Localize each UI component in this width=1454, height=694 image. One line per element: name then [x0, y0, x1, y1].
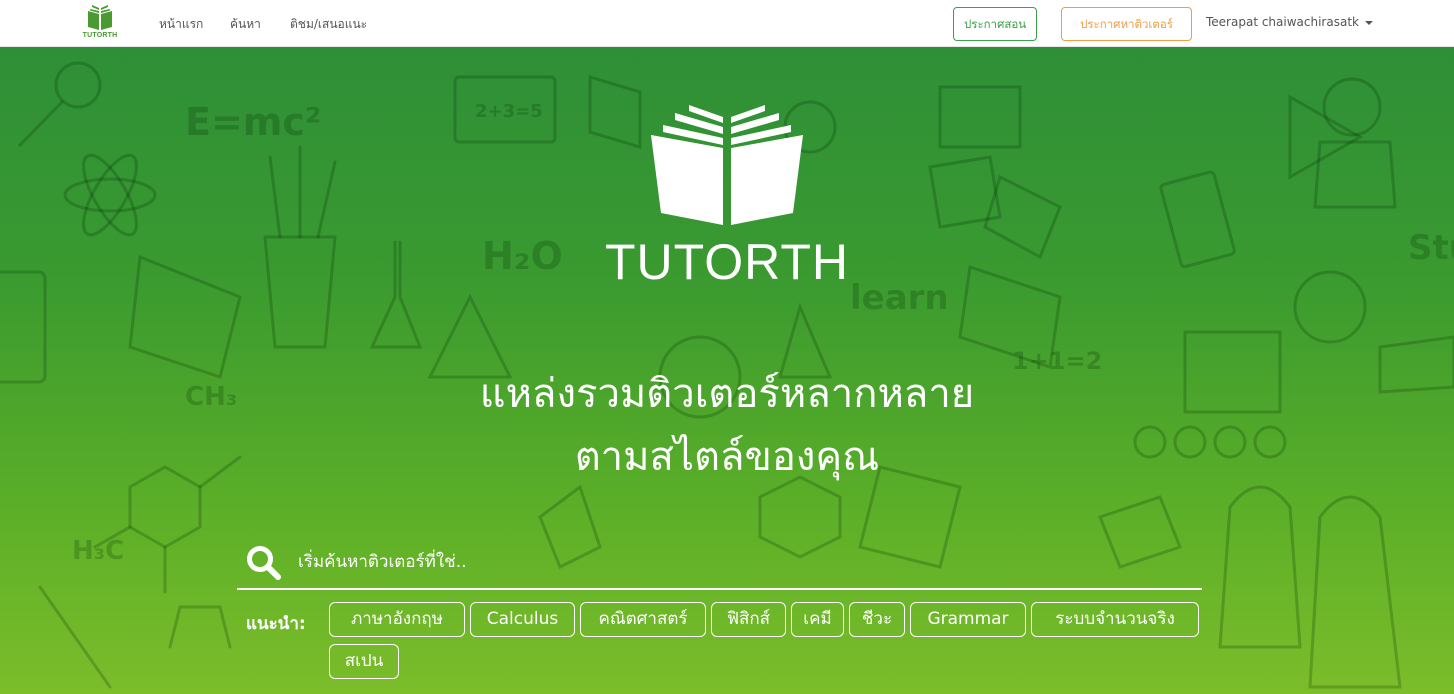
- search-icon[interactable]: [246, 545, 282, 581]
- svg-text:H₃C: H₃C: [72, 536, 124, 566]
- svg-text:CH₃: CH₃: [185, 382, 237, 412]
- svg-text:H₂O: H₂O: [482, 234, 563, 278]
- hero-brand-name: TUTORTH: [604, 234, 850, 290]
- hero-tagline-line1: แหล่งรวมติวเตอร์หลากหลาย: [479, 371, 975, 417]
- nav-search-link[interactable]: ค้นหา: [230, 15, 261, 34]
- caret-down-icon: [1364, 20, 1373, 25]
- search-underline: [237, 588, 1202, 590]
- suggestion-chip-physics[interactable]: ฟิสิกส์: [711, 602, 786, 637]
- post-teaching-button[interactable]: ประกาศสอน: [953, 7, 1037, 41]
- post-find-tutor-button[interactable]: ประกาศหาติวเตอร์: [1061, 7, 1192, 41]
- svg-text:Stu: Stu: [1408, 228, 1454, 268]
- suggestion-chip-chemistry[interactable]: เคมี: [791, 602, 844, 637]
- logo-link[interactable]: TUTORTH: [80, 3, 120, 43]
- doodle-text-emc2: E=mc²: [185, 100, 322, 144]
- hero-book-logo-icon: [651, 105, 803, 225]
- hero-section: E=mc² 2+3=5 H₂O CH₃ H₃C 1+1=2 learn Stu …: [0, 47, 1454, 694]
- suggestion-chip-grammar[interactable]: Grammar: [910, 602, 1026, 637]
- suggestion-chip-calculus[interactable]: Calculus: [470, 602, 575, 637]
- top-navbar: TUTORTH หน้าแรก ค้นหา ติชม/เสนอแนะ ประกา…: [0, 0, 1454, 47]
- suggestion-label: แนะนำ:: [246, 614, 306, 634]
- logo-text: TUTORTH: [82, 32, 118, 39]
- tutor-search-input[interactable]: [298, 546, 1198, 578]
- suggestion-chip-real-numbers[interactable]: ระบบจำนวนจริง: [1031, 602, 1199, 637]
- user-menu-dropdown[interactable]: Teerapat chaiwachirasatk: [1206, 15, 1373, 29]
- user-name: Teerapat chaiwachirasatk: [1206, 15, 1359, 29]
- hero-tagline-line2: ตามสไตล์ของคุณ: [574, 434, 880, 480]
- suggestion-chip-spanish[interactable]: สเปน: [329, 644, 399, 679]
- suggestion-chip-math[interactable]: คณิตศาสตร์: [580, 602, 706, 637]
- suggestion-chip-english[interactable]: ภาษาอังกฤษ: [329, 602, 465, 637]
- suggestion-chip-biology[interactable]: ชีวะ: [849, 602, 905, 637]
- svg-text:2+3=5: 2+3=5: [475, 101, 543, 122]
- nav-feedback-link[interactable]: ติชม/เสนอแนะ: [290, 15, 367, 34]
- nav-home-link[interactable]: หน้าแรก: [159, 15, 203, 34]
- book-logo-icon: [88, 5, 112, 30]
